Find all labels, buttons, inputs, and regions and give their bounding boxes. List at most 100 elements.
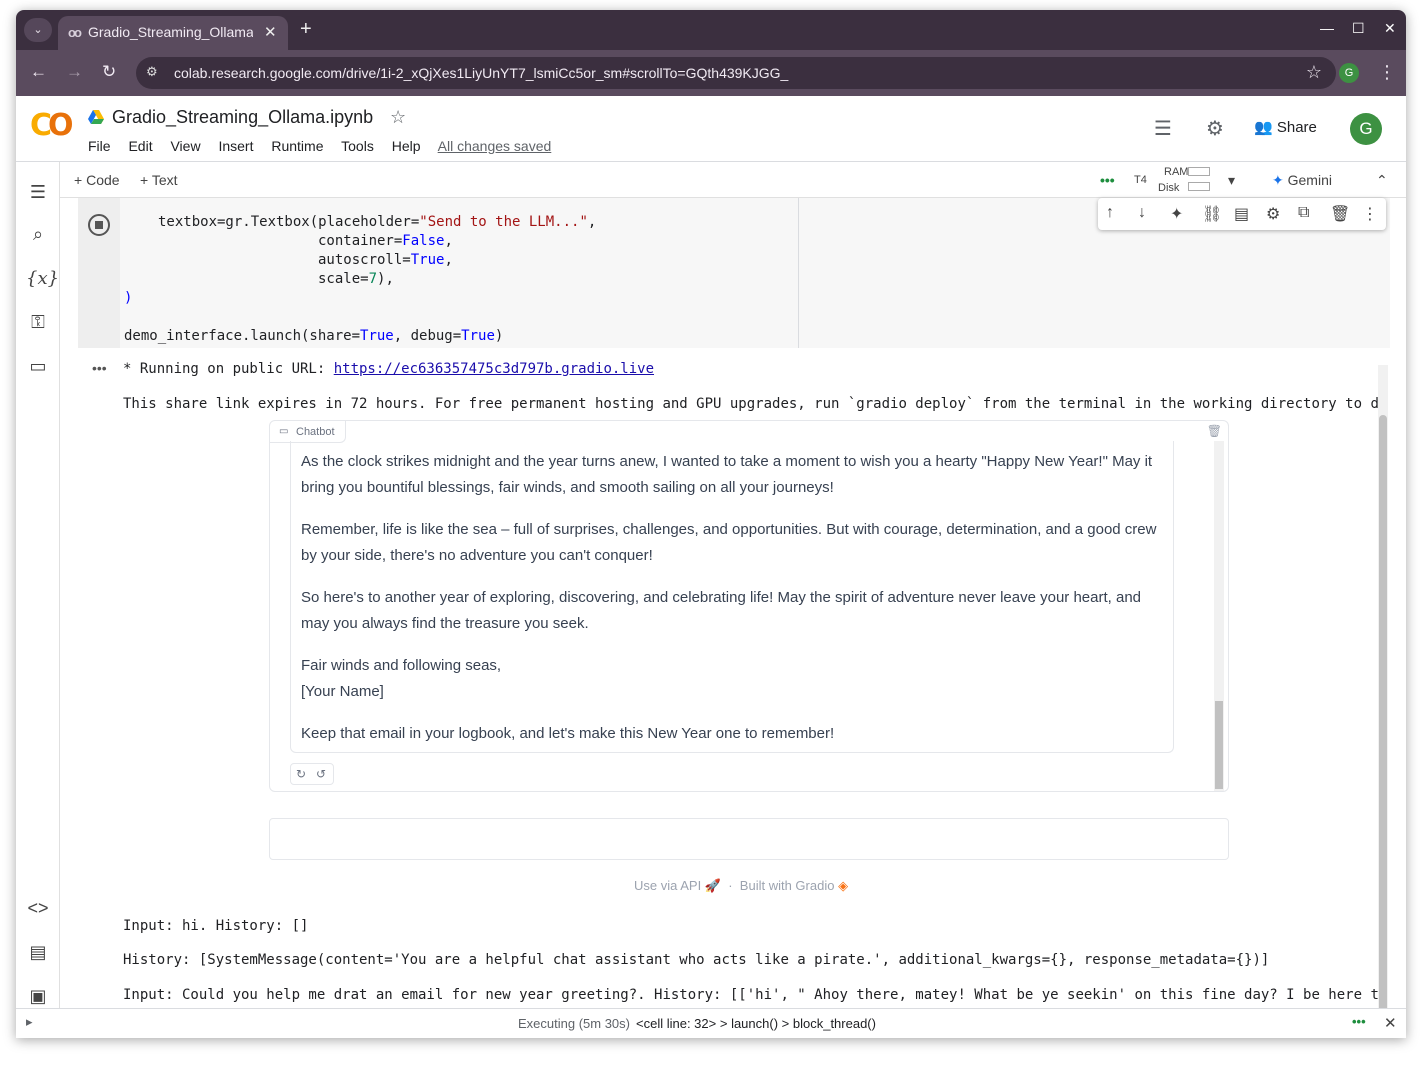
delete-cell-icon[interactable]: 🗑	[1330, 204, 1350, 224]
close-window-icon[interactable]: ✕	[1384, 20, 1396, 37]
clear-chat-icon[interactable]: 🗑	[1207, 424, 1222, 438]
output-actions-icon[interactable]: •••	[92, 360, 107, 376]
table-of-contents-icon[interactable]: ☰	[26, 182, 50, 203]
undo-icon[interactable]: ↺	[316, 767, 326, 781]
save-status[interactable]: All changes saved	[438, 138, 552, 154]
share-people-icon: 👥	[1254, 119, 1273, 136]
menu-view[interactable]: View	[170, 138, 200, 154]
gemini-cell-icon[interactable]: ✦	[1170, 204, 1183, 224]
code-line: autoscroll=True,	[318, 252, 453, 268]
menu-help[interactable]: Help	[392, 138, 421, 154]
tab-search-button[interactable]: ⌄	[24, 18, 52, 42]
built-with-gradio-link[interactable]: Built with Gradio	[740, 878, 835, 893]
gradio-footer: Use via API 🚀 · Built with Gradio ◈	[634, 878, 849, 893]
cell-action-toolbar: ↑ ↓ ✦ ⛓ ▤ ⚙ ⧉ 🗑 ⋮	[1098, 198, 1386, 230]
close-tab-icon[interactable]: ✕	[264, 23, 277, 41]
public-url-line: * Running on public URL: https://ec63635…	[123, 361, 654, 377]
bookmark-star-icon[interactable]: ☆	[1306, 62, 1322, 83]
comments-icon[interactable]: ☰	[1154, 116, 1172, 141]
status-more-icon[interactable]: •••	[1352, 1014, 1366, 1029]
gemini-label: Gemini	[1287, 172, 1332, 188]
browser-tab[interactable]: oo Gradio_Streaming_Ollama.ipynb - Colab…	[58, 16, 288, 50]
runtime-dropdown-icon[interactable]: ▾	[1228, 172, 1235, 189]
profile-avatar[interactable]: G	[1339, 63, 1359, 83]
editor-divider	[798, 198, 799, 348]
runtime-status-icon[interactable]: •••	[1100, 172, 1115, 188]
browser-menu-icon[interactable]: ⋮	[1378, 62, 1396, 82]
gemini-sparkle-icon: ✦	[1272, 172, 1284, 188]
code-line: demo_interface.launch(share=True, debug=…	[124, 328, 504, 344]
menu-bar: File Edit View Insert Runtime Tools Help…	[88, 138, 565, 154]
log-line: History: [SystemMessage(content='You are…	[123, 952, 1270, 968]
menu-runtime[interactable]: Runtime	[271, 138, 323, 154]
rocket-icon: 🚀	[704, 878, 722, 893]
command-palette-icon[interactable]: ▤	[26, 942, 50, 963]
stop-execution-icon[interactable]	[88, 214, 110, 236]
menu-file[interactable]: File	[88, 138, 111, 154]
close-status-icon[interactable]: ✕	[1384, 1014, 1397, 1032]
message-paragraph: Keep that email in your logbook, and let…	[301, 725, 835, 742]
files-folder-icon[interactable]: ▭	[26, 356, 50, 377]
gradio-app: ▭ Chatbot 🗑 As the clock strikes midnight…	[269, 420, 1229, 792]
collapse-header-icon[interactable]: ⌃	[1376, 172, 1388, 189]
log-line: Input: hi. History: []	[123, 918, 309, 934]
message-paragraph: As the clock strikes midnight and the ye…	[301, 453, 1153, 496]
add-text-button[interactable]: + Text	[140, 172, 178, 188]
public-url-link[interactable]: https://ec636357475c3d797b.gradio.live	[334, 361, 654, 377]
terminal-icon[interactable]: ▣	[26, 986, 50, 1007]
more-options-icon[interactable]: ⋮	[1362, 204, 1378, 224]
use-via-api-link[interactable]: Use via API	[634, 878, 701, 893]
execution-breadcrumb: <cell line: 32> > launch() > block_threa…	[636, 1016, 876, 1031]
message-input[interactable]	[269, 818, 1229, 860]
execution-status: Executing (5m 30s)	[518, 1016, 630, 1031]
back-icon[interactable]: ←	[30, 62, 47, 82]
browser-window: ⌄ oo Gradio_Streaming_Ollama.ipynb - Col…	[16, 10, 1406, 1038]
chat-scroll-thumb[interactable]	[1215, 701, 1223, 789]
cell-settings-icon[interactable]: ⚙	[1266, 204, 1280, 224]
user-avatar[interactable]: G	[1350, 113, 1382, 145]
code-line: )	[124, 290, 133, 306]
site-info-icon[interactable]: ⚙	[146, 64, 158, 80]
mirror-cell-icon[interactable]: ⧉	[1298, 204, 1309, 222]
colab-favicon-icon: oo	[68, 25, 82, 40]
notebook-title[interactable]: Gradio_Streaming_Ollama.ipynb	[112, 107, 373, 128]
reload-icon[interactable]: ↻	[102, 62, 116, 82]
star-notebook-icon[interactable]: ☆	[390, 107, 406, 128]
message-paragraph: Remember, life is like the sea – full of…	[301, 521, 1157, 564]
menu-insert[interactable]: Insert	[218, 138, 253, 154]
add-code-button[interactable]: + Code	[74, 172, 120, 188]
minimize-icon[interactable]: —	[1320, 20, 1334, 36]
ram-meter	[1188, 167, 1210, 176]
comment-icon[interactable]: ▤	[1234, 204, 1249, 224]
code-snippets-icon[interactable]: <>	[26, 898, 50, 919]
retry-icon[interactable]: ↻	[296, 767, 306, 781]
cell-gutter	[78, 198, 120, 348]
gemini-button[interactable]: ✦ Gemini	[1272, 172, 1332, 189]
link-icon[interactable]: ⛓	[1202, 204, 1222, 224]
settings-gear-icon[interactable]: ⚙	[1206, 116, 1224, 141]
search-icon[interactable]: ⌕	[26, 224, 50, 245]
new-tab-icon[interactable]: +	[300, 18, 312, 40]
message-paragraph: Fair winds and following seas, [Your Name…	[301, 657, 502, 700]
menu-edit[interactable]: Edit	[128, 138, 152, 154]
variables-icon[interactable]: {x}	[26, 268, 59, 289]
code-line: container=False,	[318, 233, 453, 249]
output-scroll-thumb[interactable]	[1379, 415, 1387, 1015]
colab-logo[interactable]: CO	[30, 108, 73, 143]
expand-status-icon[interactable]: ▸	[26, 1014, 33, 1030]
add-code-label: Code	[86, 172, 120, 188]
add-text-label: Text	[151, 172, 178, 188]
secrets-key-icon[interactable]: ⚿	[26, 312, 50, 333]
address-bar[interactable]: ⚙ colab.research.google.com/drive/1i-2_x…	[136, 57, 1336, 89]
bot-message: As the clock strikes midnight and the ye…	[290, 441, 1174, 753]
share-button[interactable]: 👥 Share	[1254, 118, 1317, 136]
tab-title: Gradio_Streaming_Ollama.ipynb - Colab	[88, 24, 253, 40]
chat-actions: ↻ ↺	[290, 763, 334, 785]
disk-meter	[1188, 182, 1210, 191]
move-down-icon[interactable]: ↓	[1138, 204, 1146, 222]
runtime-type[interactable]: T4	[1134, 174, 1147, 186]
forward-icon[interactable]: →	[66, 62, 83, 82]
menu-tools[interactable]: Tools	[341, 138, 374, 154]
maximize-icon[interactable]: ☐	[1352, 20, 1365, 37]
move-up-icon[interactable]: ↑	[1106, 204, 1114, 222]
